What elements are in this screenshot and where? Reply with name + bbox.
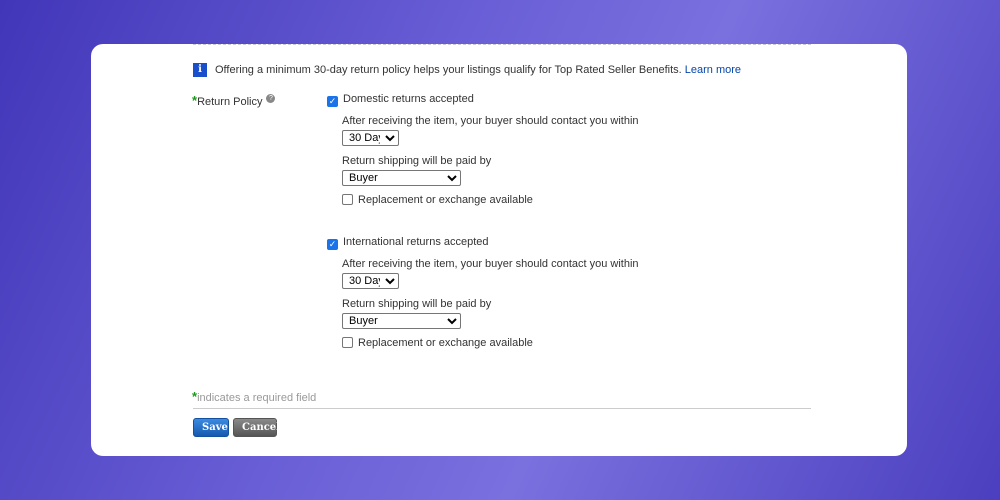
save-button[interactable]: Save — [193, 418, 229, 437]
info-icon: i — [193, 63, 207, 77]
contact-label: After receiving the item, your buyer sho… — [342, 258, 639, 270]
notice: Offering a minimum 30-day return policy … — [215, 64, 741, 76]
required-note-text: indicates a required field — [197, 392, 317, 404]
help-icon[interactable]: ? — [266, 94, 276, 103]
international-section: ✓ International returns accepted After re… — [327, 236, 639, 349]
checkbox-label: International returns accepted — [343, 236, 489, 248]
checkbox-label: Replacement or exchange available — [358, 337, 533, 349]
domestic-section: ✓ Domestic returns accepted After receivi… — [327, 93, 639, 206]
checkbox-label: Replacement or exchange available — [358, 194, 533, 206]
contact-label: After receiving the item, your buyer sho… — [342, 115, 639, 127]
field-label: *Return Policy? — [192, 93, 276, 108]
checkbox-label: Domestic returns accepted — [343, 93, 474, 105]
checkbox-unchecked-icon[interactable] — [342, 194, 353, 205]
shipping-label: Return shipping will be paid by — [342, 298, 492, 310]
shipping-label: Return shipping will be paid by — [342, 155, 492, 167]
domestic-contact-select[interactable]: 30 Days — [342, 130, 399, 146]
cancel-button[interactable]: Cancel — [233, 418, 280, 437]
domestic-shipping-select[interactable]: Buyer — [342, 170, 461, 186]
international-shipping-select[interactable]: Buyer — [342, 313, 461, 329]
checkbox-unchecked-icon[interactable] — [342, 337, 353, 348]
domestic-replacement-checkbox[interactable]: Replacement or exchange available — [342, 194, 639, 206]
international-replacement-checkbox[interactable]: Replacement or exchange available — [342, 337, 639, 349]
required-note: *indicates a required field — [192, 389, 316, 404]
international-contact-select[interactable]: 30 Days — [342, 273, 399, 289]
checkbox-checked-icon[interactable]: ✓ — [327, 239, 338, 250]
return-policy-label: Return Policy — [197, 96, 263, 108]
international-returns-checkbox[interactable]: ✓ International returns accepted — [327, 236, 639, 250]
return-policy-card: i Offering a minimum 30-day return polic… — [91, 44, 907, 456]
learn-more-link[interactable]: Learn more — [685, 64, 741, 76]
domestic-returns-checkbox[interactable]: ✓ Domestic returns accepted — [327, 93, 639, 107]
divider — [193, 408, 811, 409]
notice-text: Offering a minimum 30-day return policy … — [215, 64, 682, 76]
divider — [193, 44, 811, 45]
checkbox-checked-icon[interactable]: ✓ — [327, 96, 338, 107]
